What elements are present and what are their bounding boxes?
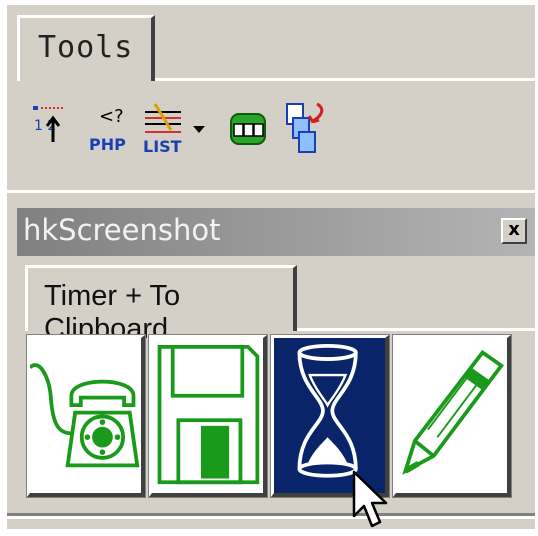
capture-buttons (26, 334, 527, 501)
php-button[interactable]: <? PHP (87, 100, 133, 158)
list-dropdown-button[interactable] (189, 100, 209, 158)
pencil-icon (402, 349, 505, 475)
phone-button[interactable] (26, 334, 146, 498)
svg-text:<?: <? (99, 106, 124, 127)
svg-text:LIST: LIST (143, 137, 182, 156)
tab-tools[interactable]: Tools (17, 15, 155, 81)
line-numbers-button[interactable]: 1 2 (29, 100, 75, 158)
copy-pages-icon (286, 102, 324, 153)
svg-text:PHP: PHP (89, 135, 126, 154)
binoculars-icon (230, 113, 266, 145)
tab-timer-to-clipboard[interactable]: Timer + To Clipboard (25, 265, 297, 345)
toolbar-window: Tools 1 2 <? PHP LIST hkScreenshot x Tim… (7, 5, 535, 529)
list-button[interactable]: LIST (141, 100, 187, 158)
panel-title: hkScreenshot (23, 213, 221, 247)
close-button[interactable]: x (501, 218, 527, 244)
panel-title-bar[interactable]: hkScreenshot x (17, 208, 535, 256)
mouse-cursor-icon (352, 470, 392, 532)
tools-toolbar: 1 2 <? PHP LIST (29, 100, 349, 160)
copy-pages-button[interactable] (283, 100, 329, 158)
line-numbers-icon: 1 2 (33, 106, 63, 142)
panel-bottom-highlight (7, 516, 535, 519)
pencil-button[interactable] (392, 334, 512, 498)
tab-divider (155, 78, 535, 81)
floppy-disk-icon (157, 344, 260, 485)
tab-tools-label: Tools (38, 30, 134, 65)
floppy-disk-button[interactable] (148, 334, 268, 498)
dropdown-arrow-icon (193, 126, 205, 133)
list-icon: LIST (143, 103, 182, 156)
php-icon: <? PHP (89, 106, 126, 154)
toolbar-separator (7, 190, 535, 193)
phone-icon (30, 363, 140, 468)
tab-divider (297, 328, 535, 331)
find-button[interactable] (225, 100, 271, 158)
